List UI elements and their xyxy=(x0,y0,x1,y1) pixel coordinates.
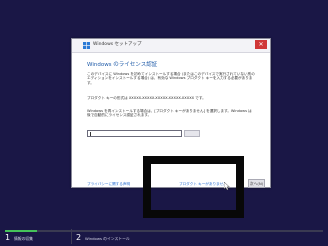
setup-screen: Windows セットアップ ✕ Windows のライセンス認証 このデバイス… xyxy=(0,0,328,246)
step-1-label: 情報の収集 xyxy=(14,236,33,241)
product-key-field-button[interactable] xyxy=(184,130,200,137)
key-format-text: プロダクト キーの形式は XXXXX-XXXXX-XXXXX-XXXXX-XXX… xyxy=(87,96,206,100)
reinstall-note: Windows を再インストールする場合は、[プロダクト キーがありません] を… xyxy=(87,109,252,118)
step-divider xyxy=(71,229,72,244)
privacy-statement-link[interactable]: プライバシーに関する声明 xyxy=(87,182,130,187)
activation-heading: Windows のライセンス認証 xyxy=(87,62,158,68)
step-1-number: 1 xyxy=(5,233,11,242)
setup-progress-fill xyxy=(5,230,37,232)
text-caret xyxy=(90,132,91,136)
close-button[interactable]: ✕ xyxy=(255,40,267,49)
product-key-input[interactable] xyxy=(87,130,182,137)
title-bar: Windows セットアップ ✕ xyxy=(72,39,270,53)
setup-progress-track xyxy=(5,230,323,232)
monitor-frame: Windows セットアップ ✕ Windows のライセンス認証 このデバイス… xyxy=(0,0,328,246)
mouse-pointer-icon xyxy=(224,182,230,190)
next-button[interactable]: 次へ(N) xyxy=(248,179,265,188)
step-2-number: 2 xyxy=(76,233,82,242)
step-2-label: Windows のインストール xyxy=(85,236,130,241)
windows-setup-icon xyxy=(83,42,90,49)
intro-text: このデバイスに Windows を初めてインストールする場合 (またはこのデバイ… xyxy=(87,72,255,85)
window-title: Windows セットアップ xyxy=(93,42,142,47)
